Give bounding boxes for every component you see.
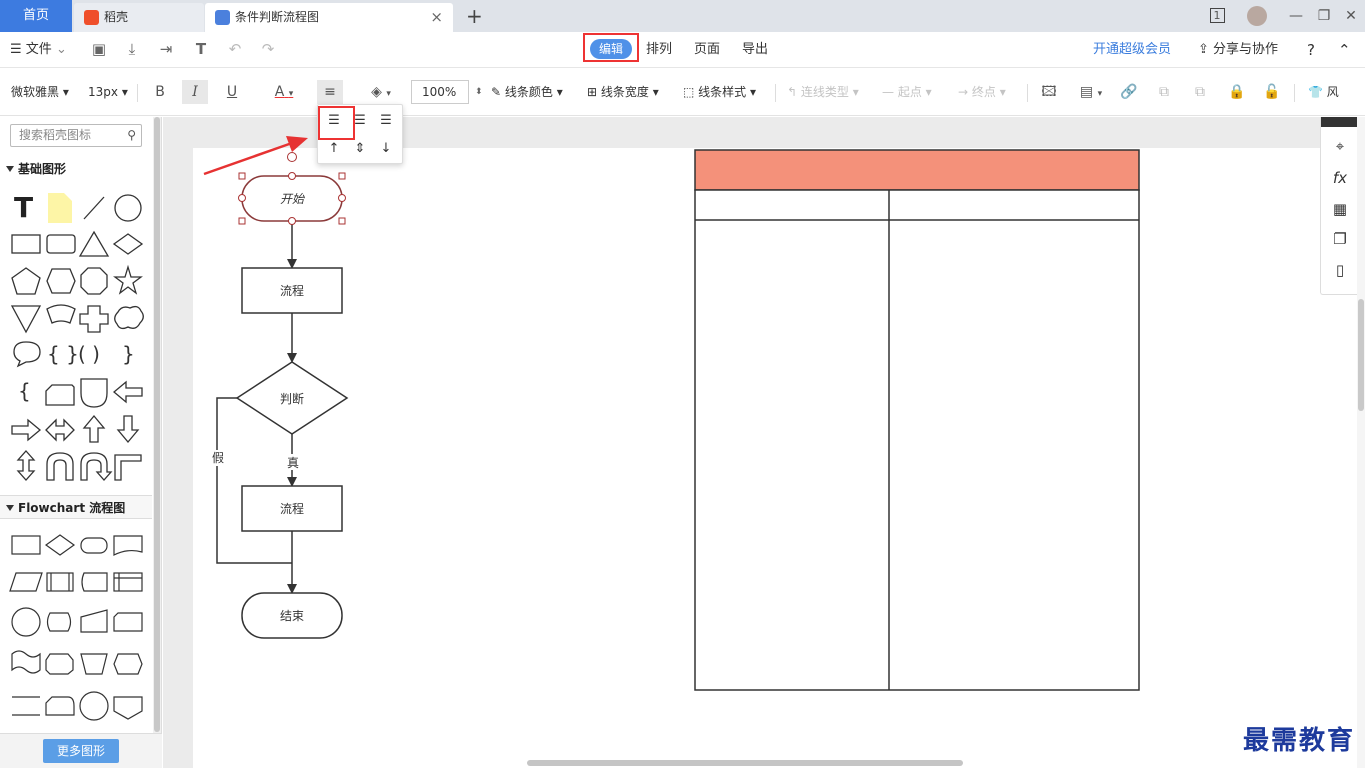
fc-connector-icon xyxy=(11,607,41,637)
delay-shape-icon xyxy=(80,378,108,408)
search-icon[interactable]: ⚲ xyxy=(127,125,136,146)
note-shape-icon xyxy=(48,193,72,223)
align-bottom-icon[interactable]: ↓ xyxy=(375,138,397,160)
fc-loop-limit-icon xyxy=(45,696,75,716)
vertical-scrollbar[interactable] xyxy=(1357,117,1365,768)
basic-shapes-grid[interactable]: T { } ( ) } { xyxy=(0,181,152,491)
right-panel-header xyxy=(1321,117,1358,127)
arrow-down-shape-icon xyxy=(116,415,140,444)
fc-terminator-icon xyxy=(80,537,108,554)
table-body[interactable] xyxy=(694,189,1140,691)
card-shape-icon xyxy=(45,384,75,406)
fc-manual-input-icon xyxy=(80,609,108,633)
circle-shape-icon xyxy=(114,194,142,222)
left-brace-shape-icon: { xyxy=(18,379,31,403)
more-shapes-button[interactable]: 更多图形 xyxy=(43,739,119,763)
align-middle-icon[interactable]: ⇕ xyxy=(349,138,371,160)
fc-document-icon xyxy=(113,535,143,556)
arrow-left-shape-icon xyxy=(112,380,143,404)
inverted-triangle-shape-icon xyxy=(10,305,42,334)
pentagon-shape-icon xyxy=(11,267,41,295)
rounded-rect-shape-icon xyxy=(46,234,76,254)
fc-offpage-icon xyxy=(113,696,143,720)
u-turn-shape-icon xyxy=(46,452,74,481)
hexagon-shape-icon xyxy=(46,268,76,294)
fc-decision-icon xyxy=(44,534,76,556)
braces-shape-icon: { } xyxy=(47,342,79,366)
fc-card-icon xyxy=(113,612,143,632)
vertical-scroll-thumb[interactable] xyxy=(1358,299,1364,411)
decision-label: 判断 xyxy=(280,391,304,406)
section-basic-shapes[interactable]: 基础图形 xyxy=(0,157,152,181)
process-label-2: 流程 xyxy=(280,501,304,516)
sidebar-scrollbar[interactable] xyxy=(153,117,161,737)
arrow-right-shape-icon xyxy=(11,418,42,442)
page-icon[interactable]: ▯ xyxy=(1330,260,1350,280)
fc-data-icon xyxy=(9,572,43,592)
process-label-1: 流程 xyxy=(280,283,304,298)
diamond-shape-icon xyxy=(112,233,144,255)
section-flowchart[interactable]: Flowchart 流程图 xyxy=(0,495,152,519)
formula-panel-icon[interactable]: fx xyxy=(1330,168,1350,188)
false-label: 假 xyxy=(212,451,224,465)
fc-process-icon xyxy=(11,535,41,555)
arrow-up-shape-icon xyxy=(82,414,106,443)
end-label: 结束 xyxy=(280,609,304,623)
fc-or-icon xyxy=(79,691,109,721)
right-tool-panel: ⌖ fx ▦ ❐ ▯ xyxy=(1320,117,1358,295)
true-label: 真 xyxy=(287,456,299,470)
arrow-vertical-shape-icon xyxy=(16,450,36,481)
fc-display-icon xyxy=(45,653,74,675)
annotation-arrow xyxy=(203,141,293,176)
shape-library-sidebar: 搜索稻壳图标 ⚲ 基础图形 T { } ( ) } {Flowchart 流程… xyxy=(0,117,162,768)
arch-shape-icon xyxy=(46,304,76,324)
star-shape-icon xyxy=(113,264,143,295)
horizontal-scroll-thumb[interactable] xyxy=(527,760,963,766)
align-top-icon[interactable]: ↑ xyxy=(323,138,345,160)
fc-manual-op-icon xyxy=(80,653,108,675)
rotate-handle xyxy=(287,152,297,162)
speech-bubble-shape-icon xyxy=(13,341,41,368)
octagon-shape-icon xyxy=(80,267,108,295)
arrow-line-shape-icon xyxy=(83,196,105,220)
calendar-icon[interactable]: ▦ xyxy=(1330,199,1350,219)
fc-preparation-icon xyxy=(113,653,143,675)
right-brace-shape-icon: } xyxy=(122,342,135,366)
rect-shape-icon xyxy=(11,234,41,254)
start-label: 开始 xyxy=(280,192,305,206)
watermark: 最需教育 xyxy=(1243,726,1356,756)
fc-internal-storage-icon xyxy=(113,572,143,592)
brackets-shape-icon: ( ) xyxy=(78,342,100,366)
sidebar-scroll-thumb[interactable] xyxy=(154,117,160,732)
arrow-double-shape-icon xyxy=(45,418,75,442)
fc-stored-data-icon xyxy=(81,572,108,592)
u-turn-arrow-shape-icon xyxy=(80,452,113,481)
fc-direct-data-icon xyxy=(46,612,72,632)
triangle-shape-icon xyxy=(78,230,110,257)
fc-tape-icon xyxy=(11,650,41,674)
cloud-shape-icon xyxy=(114,305,144,330)
annotation-arrowhead xyxy=(286,136,308,152)
align-right-icon[interactable]: ☰ xyxy=(375,110,397,132)
shape-search-input[interactable]: 搜索稻壳图标 ⚲ xyxy=(10,124,142,147)
corner-shape-icon xyxy=(114,454,142,481)
table-header[interactable] xyxy=(694,149,1140,191)
search-placeholder: 搜索稻壳图标 xyxy=(19,128,92,142)
pages-icon[interactable]: ❐ xyxy=(1330,229,1350,249)
diagram-layer: 开始 流程 判断 真 假 流程 结束 xyxy=(203,136,1140,691)
align-left-highlight-box xyxy=(318,106,355,140)
text-shape-icon: T xyxy=(14,191,33,224)
cross-shape-icon xyxy=(79,305,109,333)
navigator-icon[interactable]: ⌖ xyxy=(1330,136,1350,156)
flowchart-shapes-grid[interactable] xyxy=(0,521,152,733)
